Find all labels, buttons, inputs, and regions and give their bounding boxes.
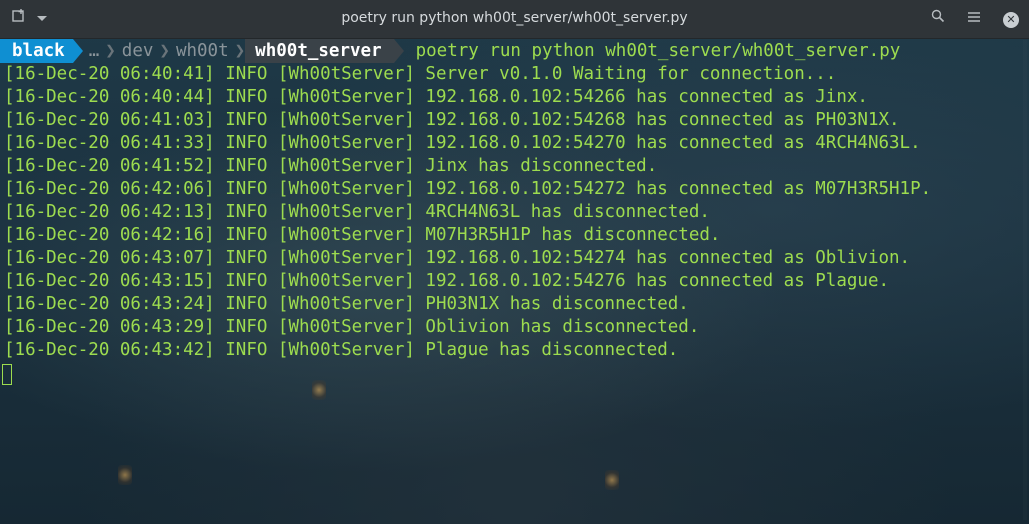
- path-separator-icon: ❯: [159, 41, 170, 61]
- log-line: [16-Dec-20 06:43:29] INFO [Wh00tServer] …: [4, 317, 700, 337]
- path-separator-icon: ❯: [234, 41, 246, 61]
- log-line: [16-Dec-20 06:43:42] INFO [Wh00tServer] …: [4, 340, 679, 360]
- search-icon[interactable]: [931, 9, 945, 30]
- prompt-arrow-icon: [393, 39, 404, 63]
- log-line: [16-Dec-20 06:42:06] INFO [Wh00tServer] …: [4, 179, 932, 199]
- path-separator-icon: ❯: [105, 41, 116, 61]
- title-bar: poetry run python wh00t_server/wh00t_ser…: [0, 0, 1029, 39]
- shell-prompt: black … ❯ dev ❯ wh00t ❯ wh00t_server poe…: [0, 39, 1029, 63]
- log-line: [16-Dec-20 06:43:15] INFO [Wh00tServer] …: [4, 271, 890, 291]
- log-line: [16-Dec-20 06:42:16] INFO [Wh00tServer] …: [4, 225, 721, 245]
- log-line: [16-Dec-20 06:40:44] INFO [Wh00tServer] …: [4, 87, 868, 107]
- window-title: poetry run python wh00t_server/wh00t_ser…: [341, 10, 688, 26]
- prompt-path-wh00t: wh00t: [175, 41, 229, 61]
- scrollbar[interactable]: [1023, 40, 1027, 520]
- prompt-path-ellipsis: …: [88, 41, 100, 61]
- prompt-command: poetry run python wh00t_server/wh00t_ser…: [415, 41, 901, 61]
- terminal-output[interactable]: black … ❯ dev ❯ wh00t ❯ wh00t_server poe…: [0, 39, 1029, 524]
- menu-icon[interactable]: [967, 10, 981, 30]
- close-icon[interactable]: ✕: [1003, 11, 1019, 28]
- log-line: [16-Dec-20 06:41:52] INFO [Wh00tServer] …: [4, 156, 658, 176]
- log-line: [16-Dec-20 06:42:13] INFO [Wh00tServer] …: [4, 202, 710, 222]
- prompt-current-dir: wh00t_server: [245, 39, 394, 63]
- log-line: [16-Dec-20 06:40:41] INFO [Wh00tServer] …: [4, 64, 837, 84]
- log-output: [16-Dec-20 06:40:41] INFO [Wh00tServer] …: [0, 63, 1029, 362]
- prompt-path-dev: dev: [121, 41, 154, 61]
- text-cursor: [2, 364, 12, 385]
- log-line: [16-Dec-20 06:41:33] INFO [Wh00tServer] …: [4, 133, 921, 153]
- log-line: [16-Dec-20 06:43:07] INFO [Wh00tServer] …: [4, 248, 911, 268]
- log-line: [16-Dec-20 06:43:24] INFO [Wh00tServer] …: [4, 294, 689, 314]
- log-line: [16-Dec-20 06:41:03] INFO [Wh00tServer] …: [4, 110, 900, 130]
- prompt-env-segment: black: [0, 39, 73, 63]
- terminal-window: poetry run python wh00t_server/wh00t_ser…: [0, 0, 1029, 524]
- prompt-arrow-icon: [72, 39, 83, 63]
